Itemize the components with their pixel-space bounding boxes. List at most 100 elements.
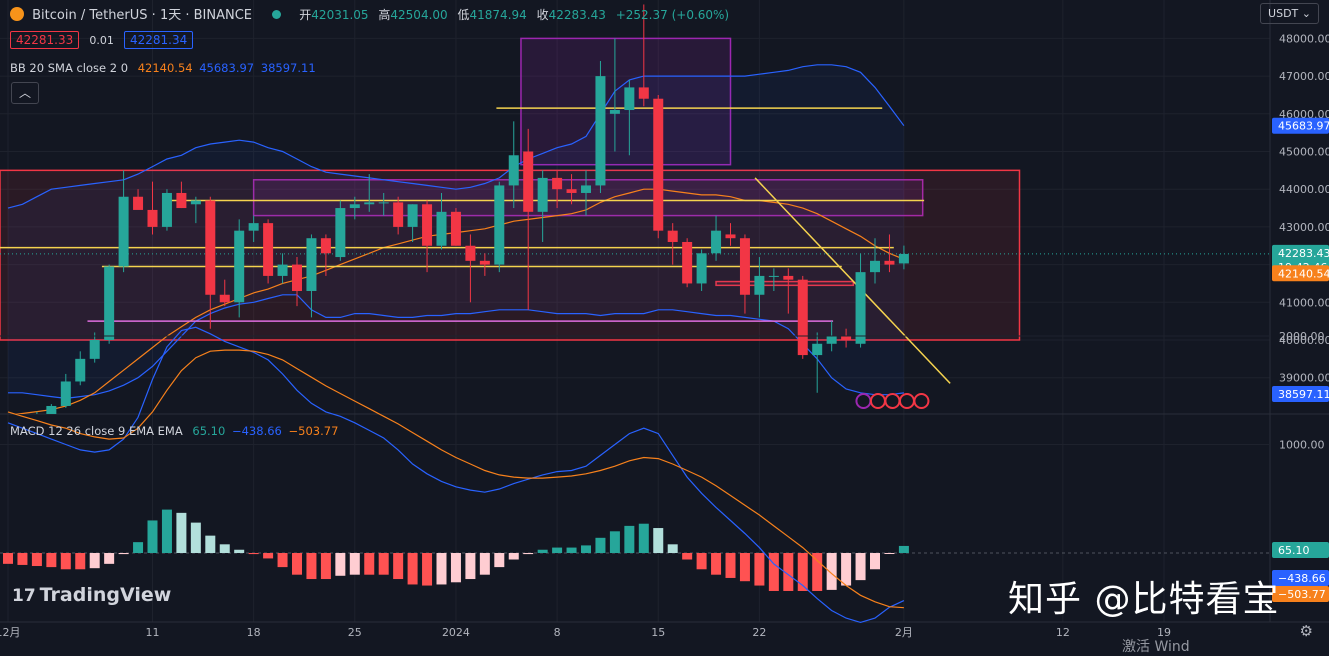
sell-button[interactable]: 42281.33 [10,31,80,49]
macd-histogram-bar [320,553,331,580]
candle-body [104,266,115,340]
macd-histogram-bar [494,553,505,568]
macd-line-value: −438.66 [231,424,282,438]
candle-body [711,230,722,254]
candle-body [60,381,71,406]
axis-price-label: 38597.11 [1278,388,1329,401]
macd-histogram-bar [60,553,71,570]
symbol-title[interactable]: Bitcoin / TetherUS · 1天 · BINANCE [32,8,252,23]
candle-body [812,343,823,356]
candle-body [349,204,360,209]
macd-histogram-bar [624,525,635,553]
axis-price-label: 42283.43 [1278,247,1329,260]
candle-body [75,358,86,382]
gear-icon[interactable]: ⚙ [1300,622,1313,640]
macd-tick-label: 1000.00 [1279,439,1325,452]
change-value: +252.37 (+0.60%) [615,8,730,22]
symbol-legend: Bitcoin / TetherUS · 1天 · BINANCE 开42031… [10,4,729,23]
candle-body [566,189,577,193]
macd-histogram-bar [552,547,563,553]
candle-body [537,177,548,212]
candle-body [508,155,519,186]
macd-histogram-bar [422,553,433,586]
macd-histogram-bar [884,553,895,554]
macd-histogram-bar [898,545,909,553]
candle-body [826,336,837,344]
price-tick-label: 45000.00 [1279,146,1329,159]
candle-body [783,275,794,280]
candle-body [479,260,490,265]
time-tick-label: 15 [651,626,665,639]
price-tick-label: 48000.00 [1279,32,1329,45]
candle-body [118,196,129,267]
candle-body [277,264,288,276]
candle-body [292,264,302,291]
buy-button[interactable]: 42281.34 [123,31,194,49]
macd-histogram-bar [147,520,158,553]
candle-body [190,200,201,205]
price-tick-label: 44000.00 [1279,183,1329,196]
candle-body [754,275,765,295]
time-tick-label: 12 [1056,626,1070,639]
candle-body [133,196,144,210]
macd-histogram-bar [696,553,707,570]
activation-text: 激活 Wind [1122,639,1190,655]
axis-price-label: −438.66 [1278,572,1326,585]
macd-histogram-bar [711,553,722,575]
event-icons [855,393,930,409]
macd-histogram-bar [292,553,302,575]
candle-body [609,110,620,114]
price-tick-label: 39000.00 [1279,372,1329,385]
bb-lower-value: 38597.11 [260,61,316,75]
close-label: 收 [536,8,549,22]
candle-body [465,245,476,261]
macd-histogram-bar [407,553,418,585]
macd-histogram-bar [190,522,201,553]
macd-histogram-bar [75,553,86,570]
macd-histogram-bar [133,542,144,553]
candle-body [682,241,693,284]
macd-histogram-bar [450,553,461,583]
candle-body [335,208,346,258]
collapse-indicators-button[interactable]: ︿ [11,82,39,104]
time-tick-label: 25 [348,626,362,639]
macd-histogram-bar [768,553,779,591]
candle-body [797,279,808,356]
candle-body [898,253,909,264]
chevron-down-icon: ⌄ [1301,7,1311,20]
macd-histogram-bar [812,553,823,591]
time-tick-label: 11 [146,626,160,639]
event-icon [913,393,930,409]
macd-histogram-bar [335,553,346,576]
candle-body [667,230,678,242]
macd-histogram-bar [465,553,476,580]
time-tick-label: 12月 [0,626,21,639]
candle-body [147,209,158,227]
price-chart[interactable]: 39000.0040000.0041000.0042000.0043000.00… [0,0,1329,648]
macd-legend[interactable]: MACD 12 26 close 9 EMA EMA 65.10 −438.66… [10,424,338,438]
event-icon [869,393,886,409]
candle-body [205,200,216,295]
macd-histogram-bar [508,553,519,560]
open-label: 开 [299,8,312,22]
macd-histogram-bar [855,553,866,581]
macd-histogram-bar [566,547,577,553]
close-value: 42283.43 [548,8,606,22]
tv-logo-text: TradingView [39,584,172,606]
status-dot-icon [272,10,282,19]
macd-histogram-bar [46,553,57,568]
bb-legend[interactable]: BB 20 SMA close 2 0 42140.54 45683.97 38… [10,61,316,75]
time-tick-label: 22 [752,626,766,639]
price-tick-label: 41000.00 [1279,296,1329,309]
candle-body [364,202,375,205]
candle-body [595,76,606,186]
currency-select[interactable]: USDT ⌄ [1260,3,1319,24]
macd-histogram-bar [826,553,837,590]
candle-body [393,202,404,227]
time-tick-label: 18 [247,626,261,639]
macd-histogram-bar [638,523,649,553]
axis-price-label: 45683.97 [1278,120,1329,133]
candle-body [725,234,736,239]
macd-name: MACD 12 26 close 9 EMA EMA [10,424,183,438]
candle-body [263,223,274,276]
